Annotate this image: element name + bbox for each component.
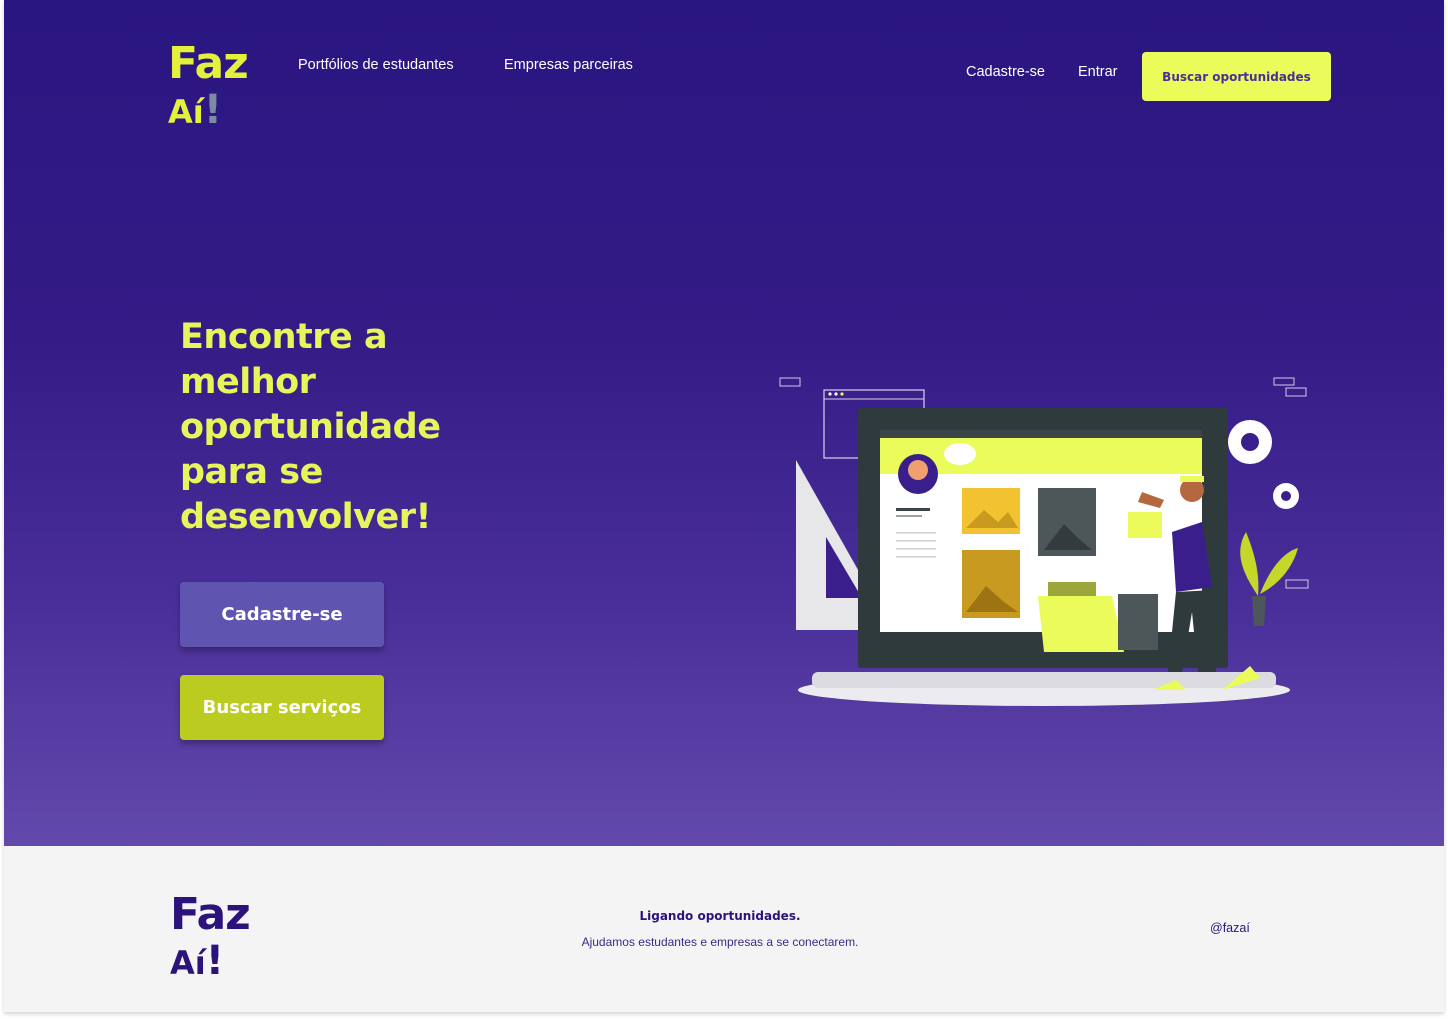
footer-description: Ajudamos estudantes e empresas a se cone… xyxy=(581,935,859,949)
nav-link-signup[interactable]: Cadastre-se xyxy=(966,64,1045,80)
header-logo[interactable]: Faz Aí! xyxy=(168,38,249,131)
logo-exclamation: ! xyxy=(203,87,222,133)
headline-line: desenvolver! xyxy=(180,497,431,537)
social-handle-link[interactable]: @fazaí xyxy=(1210,921,1250,935)
hero-section: Faz Aí! Portfólios de estudantes Empresa… xyxy=(4,0,1444,846)
find-services-button[interactable]: Buscar serviços xyxy=(180,675,384,740)
logo-text-ai-word: Aí xyxy=(170,944,206,982)
signup-button[interactable]: Cadastre-se xyxy=(180,582,384,647)
headline-line: para se xyxy=(180,452,323,492)
headline-line: Encontre a xyxy=(180,317,388,357)
portfolio-laptop-illustration xyxy=(779,377,1309,706)
footer-logo[interactable]: Faz Aí! xyxy=(170,889,251,982)
logo-text-faz: Faz xyxy=(170,889,251,940)
page: Faz Aí! Portfólios de estudantes Empresa… xyxy=(4,0,1444,1012)
logo-text-faz: Faz xyxy=(168,38,249,89)
hero-headline: Encontre a melhor oportunidade para se d… xyxy=(180,315,500,540)
nav-link-companies[interactable]: Empresas parceiras xyxy=(504,57,633,73)
headline-line: oportunidade xyxy=(180,407,441,447)
find-opportunities-button[interactable]: Buscar oportunidades xyxy=(1142,52,1331,101)
nav-link-login[interactable]: Entrar xyxy=(1078,64,1118,80)
logo-text-ai-word: Aí xyxy=(168,93,204,131)
footer-tagline: Ligando oportunidades. xyxy=(639,909,801,923)
nav-link-portfolios[interactable]: Portfólios de estudantes xyxy=(298,57,454,73)
logo-text-ai: Aí! xyxy=(168,90,248,130)
logo-exclamation: ! xyxy=(205,938,224,984)
headline-line: melhor xyxy=(180,362,316,402)
logo-text-ai: Aí! xyxy=(170,941,250,981)
